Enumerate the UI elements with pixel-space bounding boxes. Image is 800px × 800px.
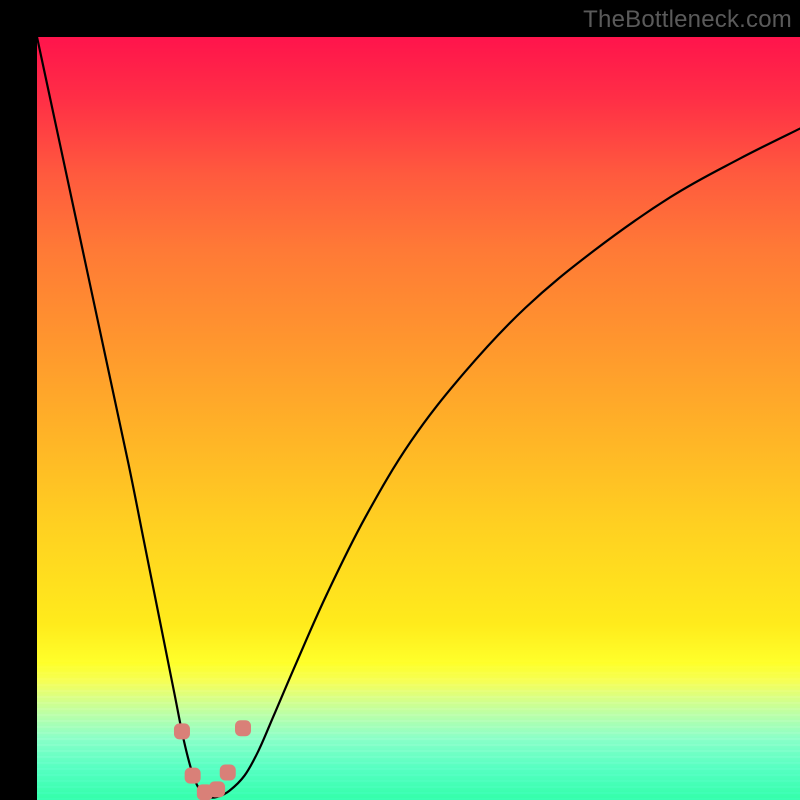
- watermark-text: TheBottleneck.com: [583, 6, 792, 34]
- gradient-bands: [37, 660, 800, 800]
- chart-plot-area: [37, 37, 800, 800]
- chart-frame: TheBottleneck.com: [0, 0, 800, 800]
- curve-marker: [235, 720, 251, 736]
- bottleneck-curve: [37, 37, 800, 798]
- curve-marker: [174, 723, 190, 739]
- curve-marker: [185, 768, 201, 784]
- curve-marker: [209, 781, 225, 797]
- curve-marker: [197, 784, 213, 800]
- marker-group: [174, 720, 251, 800]
- curve-marker: [220, 765, 236, 781]
- curve-layer: [37, 37, 800, 800]
